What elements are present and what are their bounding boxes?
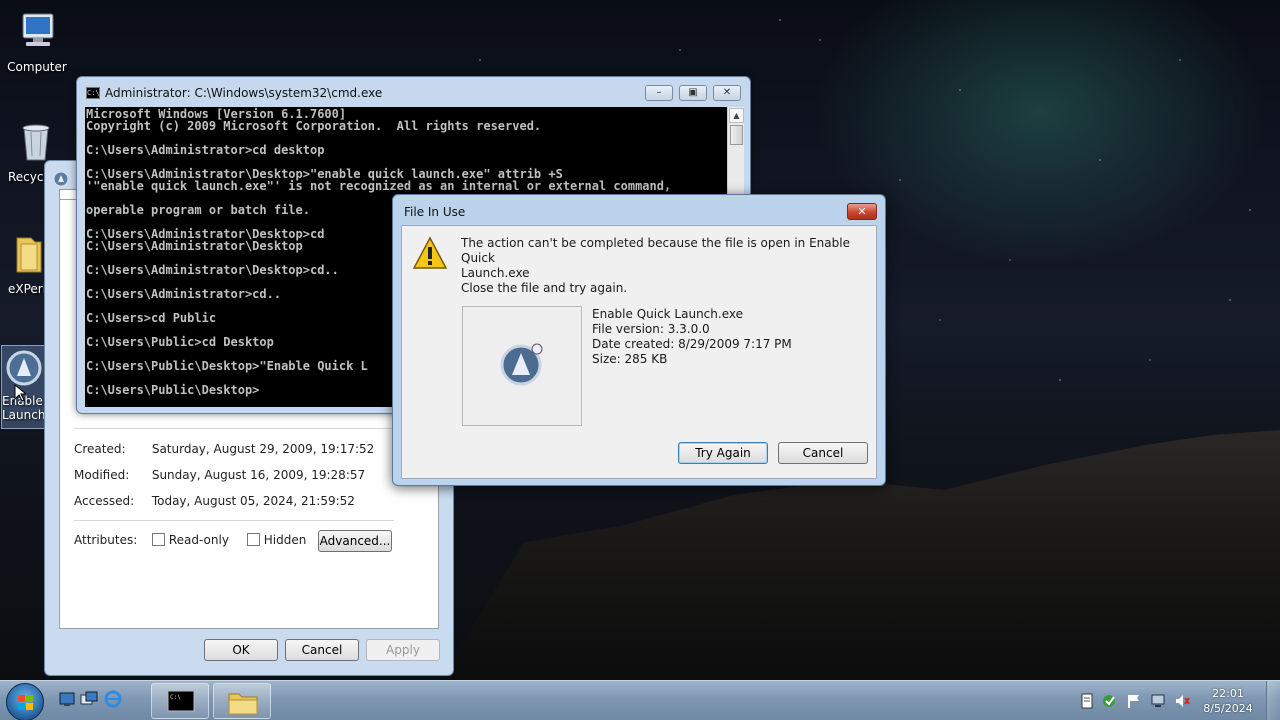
divider — [74, 520, 394, 521]
modified-label: Modified: — [74, 468, 130, 482]
windows-logo-icon — [18, 695, 33, 710]
document-tray-icon[interactable] — [1079, 693, 1095, 709]
error-message-line2: Launch.exe — [461, 266, 530, 280]
divider — [74, 428, 394, 429]
modified-row: Modified: Sunday, August 16, 2009, 19:28… — [74, 468, 365, 482]
show-desktop-quicklaunch-icon[interactable] — [58, 690, 76, 708]
scroll-up-arrow-icon[interactable]: ▲ — [729, 108, 744, 123]
created-row: Created: Saturday, August 29, 2009, 19:1… — [74, 442, 374, 456]
apply-button[interactable]: Apply — [366, 639, 440, 661]
window-title: Administrator: C:\Windows\system32\cmd.e… — [105, 86, 383, 100]
clock-date: 8/5/2024 — [1203, 702, 1253, 715]
warning-icon — [412, 236, 448, 269]
error-message: The action can't be completed because th… — [461, 236, 876, 281]
show-desktop-button[interactable] — [1266, 681, 1280, 720]
accessed-row: Accessed: Today, August 05, 2024, 21:59:… — [74, 494, 355, 508]
readonly-label: Read-only — [168, 533, 229, 547]
console-line: C:\Users\Administrator>cd desktop — [86, 143, 325, 157]
file-details: Enable Quick Launch.exe File version: 3.… — [592, 307, 792, 367]
accessed-value: Today, August 05, 2024, 21:59:52 — [151, 494, 355, 508]
cmd-icon: C:\ — [86, 87, 100, 99]
computer-icon — [22, 13, 54, 46]
start-button[interactable] — [6, 683, 44, 720]
dialog-body: The action can't be completed because th… — [401, 225, 877, 479]
switch-windows-icon[interactable] — [80, 690, 98, 708]
dialog-title: File In Use — [404, 205, 466, 219]
action-center-flag-icon[interactable] — [1126, 693, 1142, 709]
internet-explorer-icon[interactable] — [104, 690, 122, 708]
cmd-taskbar-icon: C:\ — [167, 690, 195, 712]
taskbar: C:\ 22:01 8/5/2024 — [0, 680, 1280, 720]
instruction-text: Close the file and try again. — [461, 281, 628, 295]
hidden-label: Hidden — [263, 533, 307, 547]
desktop-icon-label: eXPeri — [7, 282, 47, 296]
created-label: Created: — [74, 442, 126, 456]
desktop-icon-computer[interactable]: Computer — [2, 8, 72, 74]
created-value: Saturday, August 29, 2009, 19:17:52 — [151, 442, 375, 456]
security-shield-tray-icon[interactable] — [1102, 693, 1118, 709]
close-button[interactable]: ✕ — [713, 85, 741, 101]
attributes-label: Attributes: — [74, 533, 138, 547]
readonly-checkbox[interactable] — [151, 533, 165, 546]
dialog-close-button[interactable]: ✕ — [847, 203, 877, 220]
scroll-thumb[interactable] — [730, 125, 743, 145]
properties-window-icon — [53, 171, 69, 187]
file-name: Enable Quick Launch.exe — [592, 307, 743, 321]
recycle-bin-icon — [22, 124, 50, 161]
file-thumbnail — [462, 306, 582, 426]
network-tray-icon[interactable] — [1150, 693, 1166, 709]
console-line: '"enable quick launch.exe"' is not recog… — [86, 179, 672, 193]
cancel-button[interactable]: Cancel — [285, 639, 359, 661]
mouse-cursor-icon — [14, 384, 26, 402]
file-date-created: Date created: 8/29/2009 7:17 PM — [592, 337, 792, 351]
minimize-button[interactable]: – — [645, 85, 673, 101]
system-clock[interactable]: 22:01 8/5/2024 — [1196, 686, 1260, 716]
desktop-icon-label-line2: Launch — [2, 408, 45, 422]
clock-time: 22:01 — [1212, 687, 1244, 700]
try-again-button[interactable]: Try Again — [678, 442, 768, 464]
modified-value: Sunday, August 16, 2009, 19:28:57 — [151, 468, 366, 482]
taskbar-item-cmd[interactable]: C:\ — [151, 683, 209, 719]
ok-button[interactable]: OK — [204, 639, 278, 661]
try-again-label: Try Again — [695, 446, 751, 460]
taskbar-item-explorer[interactable] — [213, 683, 271, 719]
folder-taskbar-icon — [228, 693, 258, 715]
advanced-button[interactable]: Advanced... — [318, 530, 392, 552]
desktop-icon-label: Computer — [7, 60, 67, 74]
error-message-line1: The action can't be completed because th… — [461, 236, 850, 265]
accessed-label: Accessed: — [74, 494, 135, 508]
file-size: Size: 285 KB — [592, 352, 668, 366]
svg-text:C:\: C:\ — [170, 694, 181, 701]
file-in-use-dialog[interactable]: File In Use ✕ The action can't be comple… — [392, 194, 886, 486]
dialog-cancel-button[interactable]: Cancel — [778, 442, 868, 464]
maximize-button[interactable]: ▣ — [679, 85, 707, 101]
application-icon — [500, 343, 543, 386]
console-line: Copyright (c) 2009 Microsoft Corporation… — [86, 119, 542, 133]
hidden-checkbox[interactable] — [246, 533, 260, 546]
volume-muted-icon[interactable] — [1174, 693, 1190, 709]
attributes-row: Attributes: Read-only Hidden — [74, 533, 306, 547]
file-version: File version: 3.3.0.0 — [592, 322, 710, 336]
